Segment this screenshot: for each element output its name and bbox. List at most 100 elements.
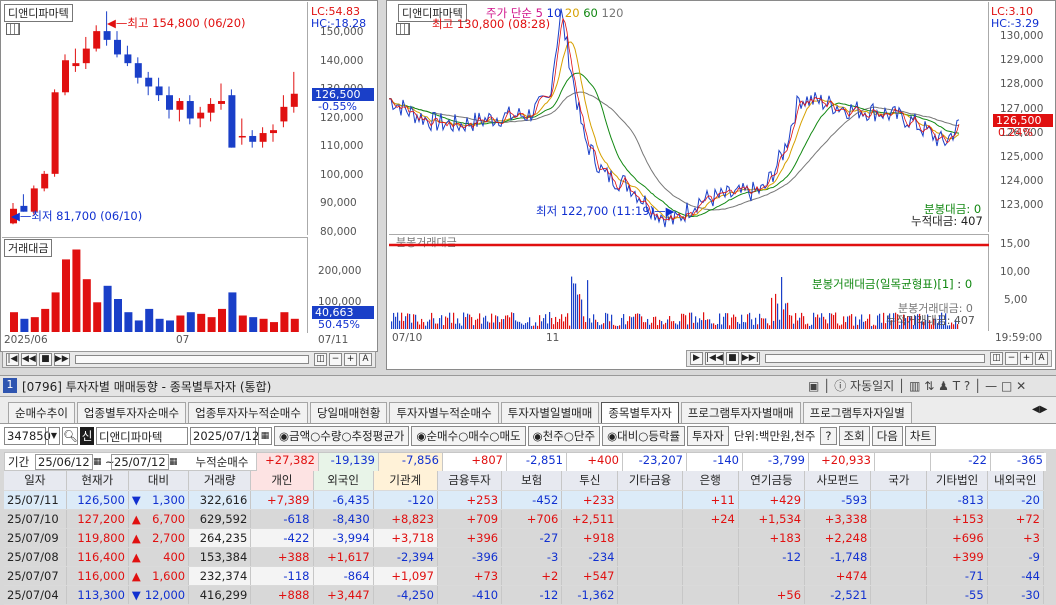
value-cell: -3,994 — [313, 528, 374, 548]
column-header[interactable]: 기타금융 — [617, 471, 683, 491]
column-header[interactable]: 연기금등 — [738, 471, 806, 491]
help-icon[interactable]: ? — [964, 379, 970, 393]
window-tools[interactable]: ▣ │ ⓘ 자동일지 │ ▥ ⇅ ♟ T ? │ — □ ✕ — [808, 377, 1026, 394]
column-header[interactable]: 사모펀드 — [804, 471, 872, 491]
sub-volume-bar — [435, 323, 437, 329]
scroll-start-icon[interactable]: |◀ — [6, 353, 19, 366]
radio-group-qty[interactable]: ◉천주○단주 — [527, 426, 601, 446]
sub-volume-bar — [777, 303, 779, 329]
stock-code-input[interactable]: 347850 — [4, 427, 51, 445]
column-header[interactable]: 내외국인 — [987, 471, 1045, 491]
info-icon[interactable]: ⓘ — [834, 379, 846, 393]
sub-volume-bar — [709, 319, 711, 329]
minimize-icon[interactable]: — — [985, 379, 997, 393]
column-header[interactable]: 국가 — [870, 471, 928, 491]
font-icon[interactable]: A — [1035, 352, 1048, 365]
sub-volume-bar — [623, 314, 625, 329]
column-header[interactable]: 개인 — [250, 471, 314, 491]
table-row[interactable]: 25/07/08 116,400 ▲ 400 153,384 +388 +1,617 -2,3… — [4, 547, 1045, 567]
tab-investor-cumulative[interactable]: 투자자별누적순매수 — [389, 402, 499, 423]
table-row[interactable]: 25/07/11 126,500 ▼ 1,300 322,616 +7,389 -6,435… — [4, 490, 1045, 510]
sub-volume-bar — [789, 315, 791, 329]
sub-volume-bar — [823, 316, 825, 329]
zoom-out-icon[interactable]: − — [1005, 352, 1018, 365]
tab-sector-cumulative[interactable]: 업종투자자누적순매수 — [188, 402, 308, 423]
sub-volume-bar — [477, 318, 479, 329]
code-dropdown-icon[interactable]: ▼ — [48, 427, 60, 445]
right-scrollbar[interactable] — [764, 354, 985, 363]
sub-volume-bar — [515, 320, 517, 329]
tab-sector-investor[interactable]: 업종별투자자순매수 — [76, 402, 187, 423]
column-header[interactable]: 기관계 — [373, 471, 438, 491]
left-scrollbar[interactable] — [74, 355, 309, 364]
stop-icon[interactable]: ■ — [38, 353, 52, 366]
tile-icon[interactable]: ▥ — [909, 379, 920, 393]
sort-icon[interactable]: ⇅ — [924, 379, 934, 393]
tab-prev-icon[interactable]: ◀▶ — [1032, 404, 1047, 415]
table-row[interactable]: 25/07/09 119,800 ▲ 2,700 264,235 -422 -3,994 +3… — [4, 528, 1045, 548]
column-header[interactable]: 거래량 — [188, 471, 252, 491]
radio-group-side[interactable]: ◉순매수○매수○매도 — [411, 426, 526, 446]
left-chart-controls[interactable]: |◀ ◀◀ ■ ▶▶ ◫ − + A — [2, 351, 376, 368]
period-from[interactable]: 25/06/12 — [35, 453, 93, 470]
tab-today-trading[interactable]: 당일매매현황 — [309, 402, 388, 423]
person-icon[interactable]: ♟ — [938, 379, 949, 393]
cumulative-sum: -3,799 — [742, 453, 808, 471]
zoom-icon[interactable]: ◫ — [990, 352, 1003, 365]
radio-group-unit[interactable]: ◉금액○수량○추정평균가 — [274, 426, 410, 446]
radio-group-compare[interactable]: ◉대비○등락률 — [602, 426, 686, 446]
tab-stock-investor[interactable]: 종목별투자자 — [601, 402, 679, 423]
sub-volume-bar — [419, 324, 421, 329]
help-button[interactable]: ? — [820, 427, 837, 445]
tab-program-investor[interactable]: 프로그램투자자별매매 — [680, 402, 801, 423]
sub-volume-bar — [831, 313, 833, 329]
column-header[interactable]: 일자 — [4, 471, 67, 491]
prev-icon[interactable]: ◀◀ — [21, 353, 37, 366]
value-cell: -120 — [373, 490, 438, 510]
date-input[interactable]: 2025/07/12 — [190, 427, 259, 445]
stock-search-icon[interactable]: 🔍︎ — [62, 427, 78, 445]
right-chart-controls[interactable]: ▶ |◀◀ ■ ▶▶| ◫ − + A — [686, 350, 1052, 367]
value-cell: +56 — [738, 585, 806, 605]
tab-net-buy-trend[interactable]: 순매수추이 — [8, 402, 75, 423]
link-icon[interactable]: ▣ — [808, 379, 819, 393]
sub-volume-bar — [775, 293, 777, 329]
calendar-icon[interactable]: ▦ — [169, 457, 183, 467]
column-header[interactable]: 보험 — [501, 471, 563, 491]
column-header[interactable]: 은행 — [682, 471, 739, 491]
prev-icon[interactable]: |◀◀ — [705, 352, 724, 365]
tab-investor-daily[interactable]: 투자자별일별매매 — [500, 402, 600, 423]
calendar-icon[interactable]: ▦ — [93, 457, 105, 467]
close-icon[interactable]: ✕ — [1016, 379, 1026, 393]
font-icon[interactable]: A — [359, 353, 372, 366]
zoom-icon[interactable]: ◫ — [314, 353, 327, 366]
table-row[interactable]: 25/07/10 127,200 ▲ 6,700 629,592 -618 -8,430 +8… — [4, 509, 1045, 529]
column-header[interactable]: 대비 — [128, 471, 190, 491]
next-icon[interactable]: ▶▶ — [53, 353, 70, 366]
table-row[interactable]: 25/07/07 116,000 ▲ 1,600 232,374 -118 -864 +1,0… — [4, 566, 1045, 586]
zoom-in-icon[interactable]: + — [344, 353, 357, 366]
sub-volume-bar — [641, 316, 643, 329]
next-button[interactable]: 다음 — [871, 426, 903, 446]
column-header[interactable]: 외국인 — [313, 471, 374, 491]
column-header[interactable]: 투신 — [561, 471, 619, 491]
calendar-icon[interactable]: ▦ — [258, 427, 272, 445]
period-to[interactable]: 25/07/12 — [111, 453, 169, 470]
chart-button[interactable]: 차트 — [904, 426, 937, 446]
scroll-end-icon[interactable]: ▶ — [690, 352, 703, 365]
column-header[interactable]: 현재가 — [66, 471, 129, 491]
zoom-out-icon[interactable]: − — [329, 353, 342, 366]
tab-program-daily[interactable]: 프로그램투자자일별 — [802, 402, 912, 423]
sub-volume-bar — [719, 313, 721, 329]
sub-volume-bar — [473, 325, 475, 329]
column-header[interactable]: 기타법인 — [926, 471, 988, 491]
next-icon[interactable]: ▶▶| — [740, 352, 760, 365]
cumulative-sum: +27,382 — [256, 453, 318, 471]
table-row[interactable]: 25/07/04 113,300 ▼ 12,000 416,299 +888 +3,447-… — [4, 585, 1045, 605]
zoom-in-icon[interactable]: + — [1020, 352, 1033, 365]
investor-button[interactable]: 투자자 — [687, 426, 729, 446]
column-header[interactable]: 금융투자 — [437, 471, 503, 491]
query-button[interactable]: 조회 — [838, 426, 870, 446]
maximize-icon[interactable]: □ — [1001, 379, 1012, 393]
stop-icon[interactable]: ■ — [725, 352, 739, 365]
